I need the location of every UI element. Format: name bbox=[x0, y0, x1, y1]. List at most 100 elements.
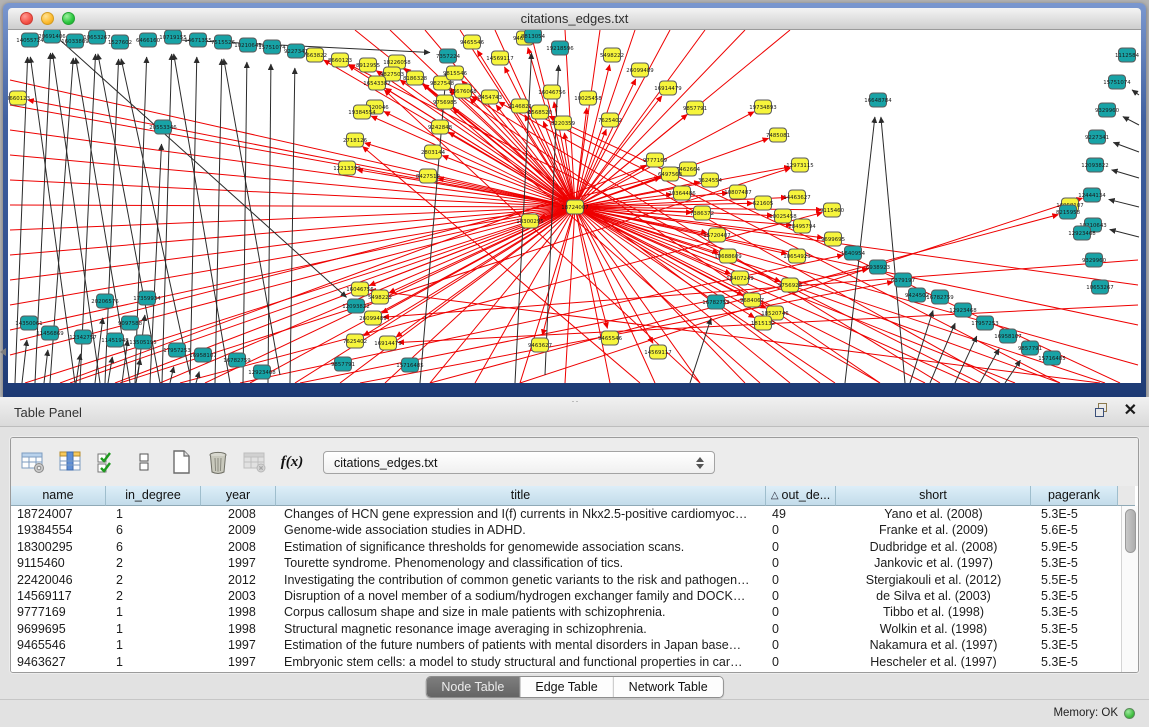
cell-year[interactable]: 2012 bbox=[201, 572, 276, 588]
cell-year[interactable]: 2008 bbox=[201, 506, 276, 522]
cell-short[interactable]: Franke et al. (2009) bbox=[836, 522, 1031, 538]
cell-year[interactable]: 2008 bbox=[201, 539, 276, 555]
cell-name[interactable]: 9463627 bbox=[11, 654, 106, 670]
cell-in_degree[interactable]: 1 bbox=[106, 654, 201, 670]
table-row[interactable]: 1830029562008Estimation of significance … bbox=[11, 539, 1121, 555]
cell-title[interactable]: Disruption of a novel member of a sodium… bbox=[276, 588, 766, 604]
cell-year[interactable]: 1997 bbox=[201, 637, 276, 653]
cell-short[interactable]: Jankovic et al. (1997) bbox=[836, 555, 1031, 571]
network-window[interactable]: citations_edges.txt 18724007866012376638… bbox=[3, 3, 1146, 397]
select-columns-button[interactable] bbox=[92, 447, 122, 477]
column-header-year[interactable]: year bbox=[201, 486, 276, 506]
table-settings-button[interactable] bbox=[18, 447, 48, 477]
scrollbar-thumb[interactable] bbox=[1125, 509, 1136, 553]
column-header-name[interactable]: name bbox=[11, 486, 106, 506]
column-header-title[interactable]: title bbox=[276, 486, 766, 506]
cell-name[interactable]: 22420046 bbox=[11, 572, 106, 588]
cell-title[interactable]: Investigating the contribution of common… bbox=[276, 572, 766, 588]
cell-out_de[interactable]: 0 bbox=[766, 654, 836, 670]
network-window-titlebar[interactable]: citations_edges.txt bbox=[8, 8, 1141, 30]
column-header-out_de[interactable]: △out_de... bbox=[766, 486, 836, 506]
cell-in_degree[interactable]: 2 bbox=[106, 572, 201, 588]
function-builder-button[interactable]: f(x) bbox=[277, 447, 307, 477]
cell-in_degree[interactable]: 6 bbox=[106, 539, 201, 555]
cell-out_de[interactable]: 0 bbox=[766, 572, 836, 588]
cell-title[interactable]: Structural magnetic resonance image aver… bbox=[276, 621, 766, 637]
cell-title[interactable]: Tourette syndrome. Phenomenology and cla… bbox=[276, 555, 766, 571]
cell-pagerank[interactable]: 5.3E-5 bbox=[1031, 637, 1118, 653]
citation-network-graph[interactable]: 1872400786601237663822891295518226058982… bbox=[8, 30, 1141, 383]
cell-name[interactable]: 9465546 bbox=[11, 637, 106, 653]
cell-pagerank[interactable]: 5.3E-5 bbox=[1031, 588, 1118, 604]
cell-pagerank[interactable]: 5.5E-5 bbox=[1031, 572, 1118, 588]
cell-name[interactable]: 19384554 bbox=[11, 522, 106, 538]
cell-year[interactable]: 2009 bbox=[201, 522, 276, 538]
cell-pagerank[interactable]: 5.9E-5 bbox=[1031, 539, 1118, 555]
cell-year[interactable]: 1997 bbox=[201, 654, 276, 670]
column-visibility-button[interactable] bbox=[55, 447, 85, 477]
column-header-in_degree[interactable]: in_degree bbox=[106, 486, 201, 506]
table-row[interactable]: 977716911998Corpus callosum shape and si… bbox=[11, 604, 1121, 620]
float-panel-icon[interactable] bbox=[1095, 403, 1110, 418]
cell-short[interactable]: Tibbo et al. (1998) bbox=[836, 604, 1031, 620]
cell-title[interactable]: Changes of HCN gene expression and I(f) … bbox=[276, 506, 766, 522]
row-height-button[interactable] bbox=[129, 447, 159, 477]
cell-title[interactable]: Estimation of the future numbers of pati… bbox=[276, 637, 766, 653]
cell-out_de[interactable]: 0 bbox=[766, 637, 836, 653]
collapse-panel-arrow-icon[interactable] bbox=[0, 348, 6, 356]
table-panel-titlebar[interactable]: Table Panel ✕ bbox=[0, 397, 1149, 427]
cell-pagerank[interactable]: 5.3E-5 bbox=[1031, 555, 1118, 571]
memory-status-dot[interactable] bbox=[1124, 708, 1135, 719]
tab-network-table[interactable]: Network Table bbox=[614, 677, 723, 697]
table-row[interactable]: 1872400712008Changes of HCN gene express… bbox=[11, 506, 1121, 522]
cell-pagerank[interactable]: 5.3E-5 bbox=[1031, 654, 1118, 670]
cell-in_degree[interactable]: 2 bbox=[106, 588, 201, 604]
panel-resize-grip[interactable] bbox=[571, 400, 579, 403]
cell-in_degree[interactable]: 2 bbox=[106, 555, 201, 571]
cell-name[interactable]: 18300295 bbox=[11, 539, 106, 555]
cell-title[interactable]: Embryonic stem cells: a model to study s… bbox=[276, 654, 766, 670]
cell-name[interactable]: 9699695 bbox=[11, 621, 106, 637]
cell-name[interactable]: 9777169 bbox=[11, 604, 106, 620]
cell-short[interactable]: de Silva et al. (2003) bbox=[836, 588, 1031, 604]
cell-out_de[interactable]: 0 bbox=[766, 621, 836, 637]
cell-name[interactable]: 9115460 bbox=[11, 555, 106, 571]
cell-in_degree[interactable]: 6 bbox=[106, 522, 201, 538]
table-row[interactable]: 969969511998Structural magnetic resonanc… bbox=[11, 621, 1121, 637]
cell-year[interactable]: 1998 bbox=[201, 604, 276, 620]
cell-short[interactable]: Nakamura et al. (1997) bbox=[836, 637, 1031, 653]
cell-out_de[interactable]: 49 bbox=[766, 506, 836, 522]
cell-out_de[interactable]: 0 bbox=[766, 522, 836, 538]
table-body[interactable]: 1872400712008Changes of HCN gene express… bbox=[11, 506, 1121, 672]
delete-columns-button[interactable] bbox=[203, 447, 233, 477]
cell-year[interactable]: 1997 bbox=[201, 555, 276, 571]
cell-year[interactable]: 2003 bbox=[201, 588, 276, 604]
cell-title[interactable]: Genome-wide association studies in ADHD. bbox=[276, 522, 766, 538]
cell-out_de[interactable]: 0 bbox=[766, 555, 836, 571]
tab-node-table[interactable]: Node Table bbox=[426, 677, 520, 697]
column-header-pagerank[interactable]: pagerank bbox=[1031, 486, 1118, 506]
table-row[interactable]: 946362711997Embryonic stem cells: a mode… bbox=[11, 654, 1121, 670]
cell-out_de[interactable]: 0 bbox=[766, 604, 836, 620]
column-header-short[interactable]: short bbox=[836, 486, 1031, 506]
table-row[interactable]: 946554611997Estimation of the future num… bbox=[11, 637, 1121, 653]
cell-pagerank[interactable]: 5.3E-5 bbox=[1031, 621, 1118, 637]
cell-pagerank[interactable]: 5.3E-5 bbox=[1031, 506, 1118, 522]
table-row[interactable]: 1456911722003Disruption of a novel membe… bbox=[11, 588, 1121, 604]
cell-short[interactable]: Wolkin et al. (1998) bbox=[836, 621, 1031, 637]
network-canvas[interactable]: 1872400786601237663822891295518226058982… bbox=[8, 30, 1141, 383]
cell-out_de[interactable]: 0 bbox=[766, 539, 836, 555]
new-table-button[interactable] bbox=[166, 447, 196, 477]
delete-table-button[interactable] bbox=[240, 447, 270, 477]
tab-edge-table[interactable]: Edge Table bbox=[520, 677, 613, 697]
cell-year[interactable]: 1998 bbox=[201, 621, 276, 637]
cell-title[interactable]: Estimation of significance thresholds fo… bbox=[276, 539, 766, 555]
cell-short[interactable]: Hescheler et al. (1997) bbox=[836, 654, 1031, 670]
cell-short[interactable]: Stergiakouli et al. (2012) bbox=[836, 572, 1031, 588]
cell-short[interactable]: Yano et al. (2008) bbox=[836, 506, 1031, 522]
cell-in_degree[interactable]: 1 bbox=[106, 506, 201, 522]
table-row[interactable]: 1938455462009Genome-wide association stu… bbox=[11, 522, 1121, 538]
close-panel-icon[interactable]: ✕ bbox=[1124, 403, 1137, 418]
cell-pagerank[interactable]: 5.6E-5 bbox=[1031, 522, 1118, 538]
cell-out_de[interactable]: 0 bbox=[766, 588, 836, 604]
